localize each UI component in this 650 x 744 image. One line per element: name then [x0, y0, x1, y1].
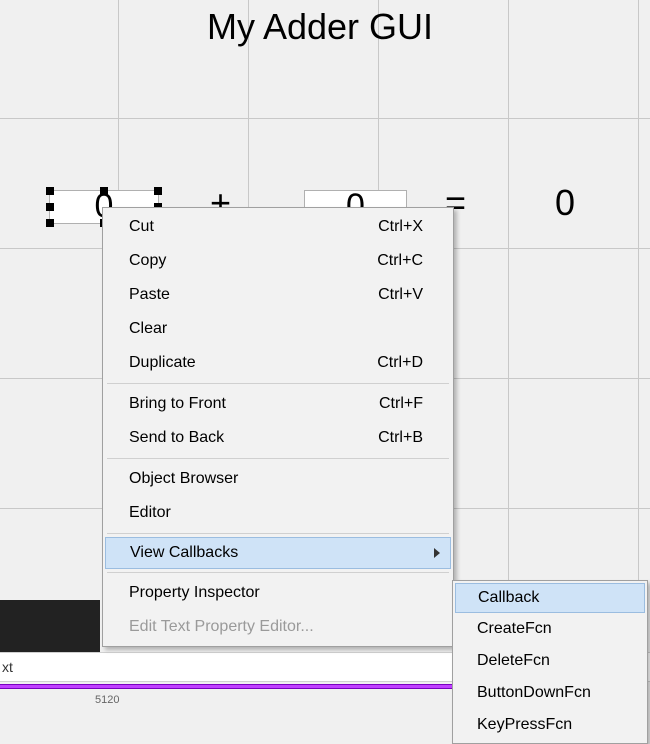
menu-label: View Callbacks — [130, 544, 422, 562]
status-bar-text: xt — [2, 659, 13, 675]
page-title: My Adder GUI — [140, 6, 500, 48]
menu-item-view-callbacks[interactable]: View Callbacks — [105, 537, 451, 569]
submenu-label: ButtonDownFcn — [477, 684, 591, 702]
result-label: 0 — [555, 182, 575, 224]
menu-item-duplicate[interactable]: Duplicate Ctrl+D — [105, 346, 451, 380]
submenu-label: KeyPressFcn — [477, 716, 572, 734]
menu-item-editor[interactable]: Editor — [105, 496, 451, 530]
menu-label: Bring to Front — [129, 395, 379, 413]
submenu-item-buttondownfcn[interactable]: ButtonDownFcn — [455, 677, 645, 709]
menu-item-cut[interactable]: Cut Ctrl+X — [105, 210, 451, 244]
submenu-item-keypressfcn[interactable]: KeyPressFcn — [455, 709, 645, 741]
context-menu[interactable]: Cut Ctrl+X Copy Ctrl+C Paste Ctrl+V Clea… — [102, 207, 454, 647]
submenu-item-deletefcn[interactable]: DeleteFcn — [455, 645, 645, 677]
menu-label: Property Inspector — [129, 584, 423, 602]
resize-handle[interactable] — [100, 187, 108, 195]
menu-label: Clear — [129, 320, 423, 338]
canvas-edge-strip — [0, 600, 100, 652]
timeline-bar[interactable] — [0, 684, 520, 689]
resize-handle[interactable] — [46, 219, 54, 227]
view-callbacks-submenu[interactable]: Callback CreateFcn DeleteFcn ButtonDownF… — [452, 580, 648, 744]
menu-item-object-browser[interactable]: Object Browser — [105, 462, 451, 496]
menu-item-paste[interactable]: Paste Ctrl+V — [105, 278, 451, 312]
menu-item-property-inspector[interactable]: Property Inspector — [105, 576, 451, 610]
menu-separator — [107, 572, 449, 573]
submenu-label: CreateFcn — [477, 620, 552, 638]
menu-label: Duplicate — [129, 354, 377, 372]
menu-separator — [107, 458, 449, 459]
submenu-item-createfcn[interactable]: CreateFcn — [455, 613, 645, 645]
menu-label: Object Browser — [129, 470, 423, 488]
menu-label: Cut — [129, 218, 378, 236]
menu-separator — [107, 533, 449, 534]
menu-label: Send to Back — [129, 429, 378, 447]
resize-handle[interactable] — [46, 203, 54, 211]
menu-shortcut: Ctrl+D — [377, 354, 423, 372]
menu-item-send-to-back[interactable]: Send to Back Ctrl+B — [105, 421, 451, 455]
menu-shortcut: Ctrl+B — [378, 429, 423, 447]
submenu-item-callback[interactable]: Callback — [455, 583, 645, 613]
resize-handle[interactable] — [46, 187, 54, 195]
menu-shortcut: Ctrl+V — [378, 286, 423, 304]
menu-label: Copy — [129, 252, 377, 270]
submenu-label: Callback — [478, 589, 539, 607]
submenu-arrow-icon — [434, 548, 440, 558]
submenu-label: DeleteFcn — [477, 652, 550, 670]
menu-item-bring-to-front[interactable]: Bring to Front Ctrl+F — [105, 387, 451, 421]
menu-shortcut: Ctrl+F — [379, 395, 423, 413]
menu-label: Editor — [129, 504, 423, 522]
menu-label: Paste — [129, 286, 378, 304]
menu-shortcut: Ctrl+X — [378, 218, 423, 236]
menu-item-clear[interactable]: Clear — [105, 312, 451, 346]
ruler-tick: 5120 — [95, 694, 119, 706]
resize-handle[interactable] — [154, 187, 162, 195]
menu-separator — [107, 383, 449, 384]
menu-label: Edit Text Property Editor... — [129, 618, 423, 636]
menu-item-copy[interactable]: Copy Ctrl+C — [105, 244, 451, 278]
menu-item-edit-text-property-editor: Edit Text Property Editor... — [105, 610, 451, 644]
menu-shortcut: Ctrl+C — [377, 252, 423, 270]
